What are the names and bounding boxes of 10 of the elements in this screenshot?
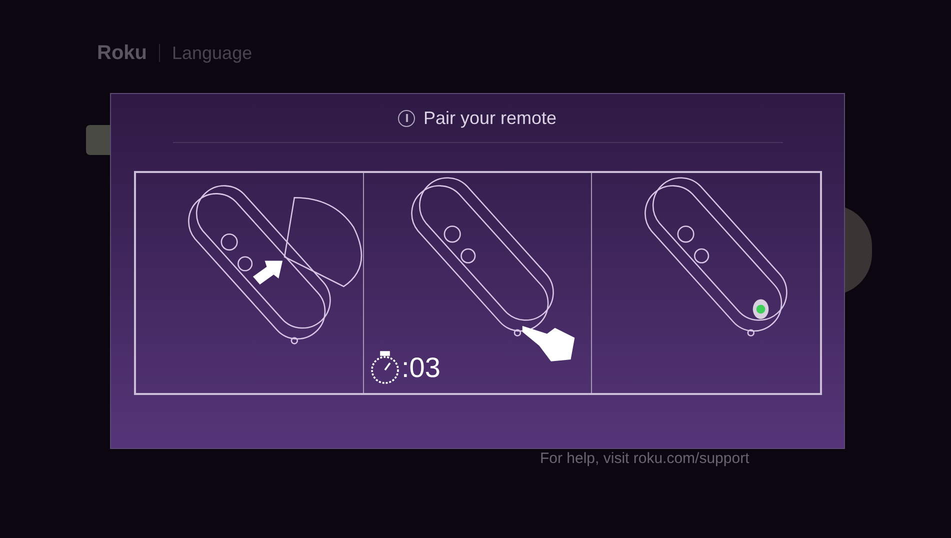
help-text: For help, visit roku.com/support bbox=[540, 449, 750, 469]
timer-text: :03 bbox=[402, 354, 440, 382]
dialog-title: Pair your remote bbox=[423, 106, 557, 130]
stopwatch-icon bbox=[370, 351, 400, 385]
hand-icon bbox=[522, 326, 574, 362]
page-title: Language bbox=[172, 42, 252, 65]
info-icon bbox=[398, 110, 416, 126]
logo: Roku bbox=[97, 41, 147, 66]
arrow-icon bbox=[252, 260, 282, 284]
status-light-icon bbox=[752, 299, 768, 319]
